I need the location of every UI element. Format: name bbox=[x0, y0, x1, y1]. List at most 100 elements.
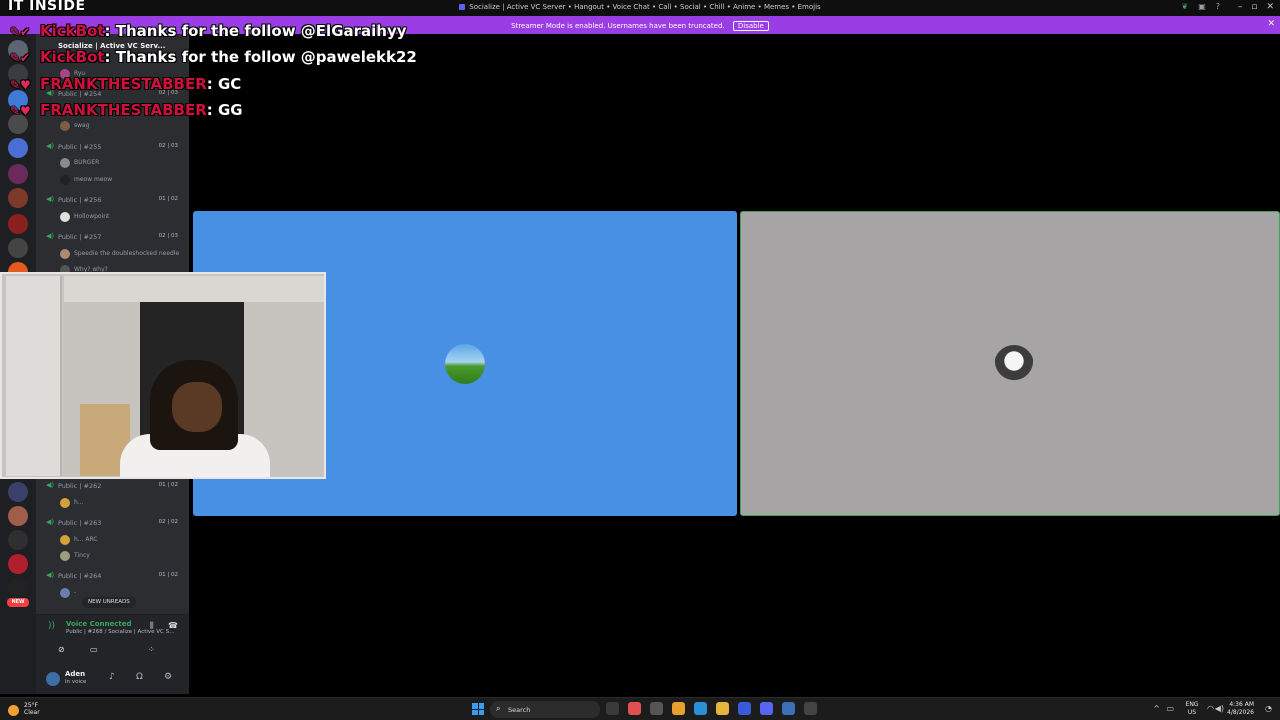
chat-badge-icon: ✎♥ bbox=[10, 78, 31, 92]
wall bbox=[64, 276, 324, 302]
window-titlebar: Socialize | Active VC Server • Hangout •… bbox=[0, 0, 1280, 16]
app-icon[interactable] bbox=[628, 702, 641, 715]
avatar bbox=[60, 588, 70, 598]
deafen-icon[interactable]: Ω bbox=[136, 672, 143, 682]
language-indicator[interactable]: ENG US bbox=[1182, 701, 1202, 717]
stream-chat-message: ✎✔ KickBot: Thanks for the follow @ElGara… bbox=[10, 22, 407, 40]
inbox-icon[interactable]: ▣ bbox=[1198, 2, 1206, 11]
edge-icon[interactable] bbox=[694, 702, 707, 715]
stream-chat-message: ✎♥ FRANKTHESTABBER: GC bbox=[10, 75, 242, 93]
speaker-icon: ◀) bbox=[46, 232, 55, 240]
user-status: In voice bbox=[65, 679, 87, 685]
activities-icon[interactable]: ⁘ bbox=[148, 645, 155, 654]
stream-chat-message: ✎♥ FRANKTHESTABBER: GG bbox=[10, 101, 243, 119]
server-icon[interactable] bbox=[8, 578, 28, 598]
voice-channel[interactable]: ◀) Public | #263 02 | 02 bbox=[46, 517, 184, 529]
server-icon[interactable] bbox=[8, 482, 28, 502]
file-explorer-icon[interactable] bbox=[716, 702, 729, 715]
chrome-icon[interactable] bbox=[672, 702, 685, 715]
chat-badge-icon: ✎♥ bbox=[10, 104, 31, 118]
server-icon[interactable] bbox=[8, 554, 28, 574]
disable-streamer-mode-button[interactable]: Disable bbox=[732, 21, 769, 31]
disconnect-icon[interactable]: ☎ bbox=[168, 621, 178, 630]
voice-status[interactable]: Voice Connected bbox=[66, 620, 132, 628]
new-badge: NEW bbox=[7, 598, 29, 607]
noise-suppression-icon[interactable]: ⫼ bbox=[150, 621, 154, 631]
avatar[interactable] bbox=[46, 672, 60, 686]
person-face bbox=[172, 382, 222, 432]
search-icon: ⌕ bbox=[496, 704, 501, 713]
avatar bbox=[60, 158, 70, 168]
app-icon[interactable] bbox=[738, 702, 751, 715]
stream-overlay-header: IT INSIDE bbox=[8, 0, 86, 14]
clock[interactable]: 4:36 AM 4/8/2026 bbox=[1224, 701, 1254, 717]
windows-taskbar: 25°F Clear ⌕ Search ^ ▭ ENG US ◠ ◀) 4:36 A… bbox=[0, 697, 1280, 720]
speaker-icon: ◀) bbox=[46, 142, 55, 150]
voice-channel[interactable]: ◀) Public | #257 02 | 03 bbox=[46, 231, 184, 243]
server-icon[interactable] bbox=[8, 188, 28, 208]
weather-sun-icon bbox=[8, 705, 19, 716]
maximize-button[interactable]: ▫ bbox=[1251, 2, 1257, 12]
nitro-leaf-icon[interactable]: ❦ bbox=[1181, 2, 1188, 11]
username[interactable]: Aden bbox=[65, 670, 85, 678]
discord-taskbar-icon[interactable] bbox=[760, 702, 773, 715]
avatar bbox=[60, 535, 70, 545]
volume-icon[interactable]: ◀) bbox=[1215, 704, 1224, 713]
taskbar-search[interactable]: ⌕ Search bbox=[490, 701, 600, 718]
avatar bbox=[60, 121, 70, 131]
voice-channel-path[interactable]: Public | #268 / Socialize | Active VC Se… bbox=[66, 629, 178, 635]
avatar bbox=[60, 212, 70, 222]
server-icon[interactable] bbox=[8, 530, 28, 550]
voice-channel[interactable]: ◀) Public | #255 02 | 03 bbox=[46, 141, 184, 153]
weather-widget[interactable]: 25°F Clear bbox=[8, 702, 40, 716]
discord-logo-icon bbox=[459, 4, 466, 10]
avatar bbox=[60, 175, 70, 185]
window-controls: – ▫ ✕ bbox=[1238, 2, 1274, 12]
avatar bbox=[60, 551, 70, 561]
voice-channel[interactable]: ◀) Public | #262 01 | 02 bbox=[46, 480, 184, 492]
titlebar-tools: ❦ ▣ ? bbox=[1181, 2, 1220, 11]
window-title: Socialize | Active VC Server • Hangout •… bbox=[0, 3, 1280, 11]
speaker-icon: ◀) bbox=[46, 195, 55, 203]
speaker-icon: ◀) bbox=[46, 571, 55, 579]
webcam-overlay bbox=[0, 272, 326, 479]
voice-connected-panel: )) Voice Connected Public | #268 / Socia… bbox=[36, 614, 189, 664]
network-icon[interactable]: ▭ bbox=[1166, 704, 1174, 713]
door bbox=[6, 276, 62, 476]
server-icon[interactable] bbox=[8, 214, 28, 234]
server-icon[interactable] bbox=[8, 238, 28, 258]
voice-channel[interactable]: ◀) Public | #264 01 | 02 bbox=[46, 570, 184, 582]
chat-badge-icon: ✎✔ bbox=[10, 25, 31, 39]
settings-gear-icon[interactable]: ⚙ bbox=[164, 672, 172, 682]
user-panel: Aden In voice ♪ Ω ⚙ bbox=[36, 664, 189, 694]
notification-bell-icon[interactable]: ◔ bbox=[1265, 704, 1272, 713]
close-button[interactable]: ✕ bbox=[1266, 2, 1274, 12]
new-unreads-pill[interactable]: NEW UNREADS bbox=[82, 597, 136, 608]
task-view-icon[interactable] bbox=[606, 702, 619, 715]
start-button[interactable] bbox=[472, 703, 484, 715]
screen-share-icon[interactable]: ▭ bbox=[90, 645, 98, 654]
speaker-icon: ◀) bbox=[46, 518, 55, 526]
server-icon[interactable] bbox=[8, 138, 28, 158]
screen: Socialize | Active VC Server • Hangout •… bbox=[0, 0, 1280, 720]
server-icon[interactable] bbox=[8, 506, 28, 526]
tray-chevron-icon[interactable]: ^ bbox=[1153, 704, 1160, 713]
avatar bbox=[60, 249, 70, 259]
chat-badge-icon: ✎✔ bbox=[10, 51, 31, 65]
terminal-icon[interactable] bbox=[804, 702, 817, 715]
voice-channel[interactable]: ◀) Public | #256 01 | 02 bbox=[46, 194, 184, 206]
avatar bbox=[994, 345, 1034, 385]
signal-icon: )) bbox=[48, 621, 56, 631]
help-icon[interactable]: ? bbox=[1216, 2, 1220, 11]
avatar bbox=[445, 344, 485, 384]
server-icon[interactable] bbox=[8, 164, 28, 184]
voice-tile[interactable] bbox=[740, 211, 1280, 516]
wifi-icon[interactable]: ◠ bbox=[1207, 704, 1214, 713]
stream-chat-message: ✎✔ KickBot: Thanks for the follow @pawele… bbox=[10, 48, 417, 66]
mute-icon[interactable]: ♪ bbox=[109, 672, 115, 682]
close-banner-icon[interactable]: ✕ bbox=[1267, 19, 1275, 29]
minimize-button[interactable]: – bbox=[1238, 2, 1243, 12]
camera-off-icon[interactable]: ⊘ bbox=[58, 645, 65, 654]
settings-app-icon[interactable] bbox=[650, 702, 663, 715]
app-icon[interactable] bbox=[782, 702, 795, 715]
